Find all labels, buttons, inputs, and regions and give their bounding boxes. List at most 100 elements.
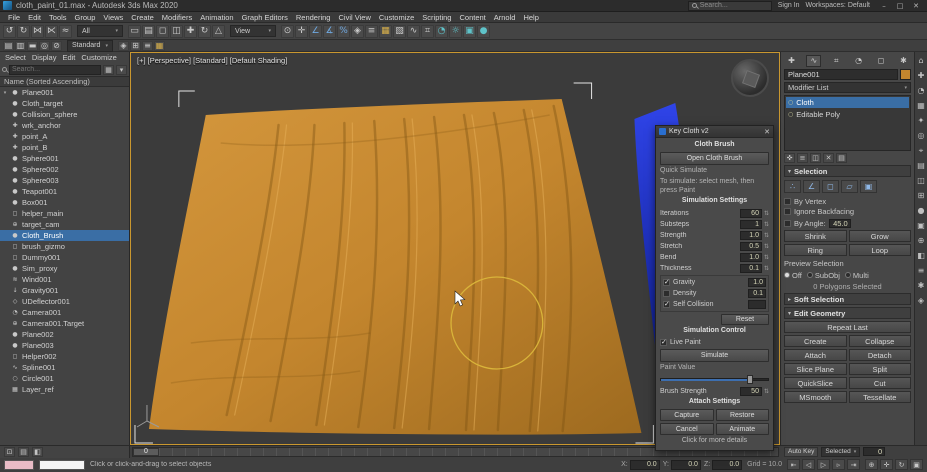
star-shortcut-icon[interactable]: ✱ [916,280,927,291]
play-icon[interactable]: ▷ [817,459,830,471]
checkbox-value-field[interactable]: 1.0 [748,278,766,288]
utilities-tab[interactable]: ✱ [896,55,911,67]
scene-object-row[interactable]: ⊕ Camera001.Target [0,318,129,329]
checkbox[interactable] [663,278,670,287]
scene-object-row[interactable]: ◻ helper_main [0,208,129,219]
edit-geometry-button[interactable]: Create [784,335,847,347]
dialog-button[interactable]: Capture [660,409,714,421]
select-and-scale-icon[interactable]: △ [212,24,225,38]
checkbox-row[interactable]: Density 0.1 [663,289,766,299]
dialog-button[interactable]: Cancel [660,423,714,435]
edit-geometry-button[interactable]: Tessellate [848,391,911,403]
layer-explorer-icon[interactable]: ▥ [15,40,26,51]
use-pivot-center-icon[interactable]: ⊙ [281,24,294,38]
align-shortcut-icon[interactable]: ≡ [916,265,927,276]
modifier-toggle-icon[interactable]: ○ [788,99,793,106]
orbit-icon[interactable]: ↻ [895,459,908,471]
checkbox[interactable] [784,207,791,215]
edit-geometry-button[interactable]: Cut [848,377,911,389]
checkbox[interactable] [660,338,667,347]
parameter-value-field[interactable]: 1.0 [739,252,762,262]
schematic-view-icon[interactable]: ⌗ [421,24,434,38]
render-setup-icon[interactable]: ☼ [449,24,462,38]
object-name-field[interactable]: Plane001 [784,69,898,80]
viewport-label[interactable]: [+] [Perspective] [Standard] [Default Sh… [137,56,287,65]
checkbox[interactable] [784,197,791,205]
scene-object-row[interactable]: ⊕ target_cam [0,219,129,230]
scene-object-row[interactable]: ↓ Gravity001 [0,285,129,296]
preview-radio-option[interactable]: Multi [844,271,869,280]
scene-object-row[interactable]: ▦ Layer_ref [0,384,129,395]
angle-snap-icon[interactable]: ∡ [323,24,336,38]
undo-icon[interactable]: ↺ [3,24,16,38]
percent-snap-icon[interactable]: % [337,24,350,38]
scene-object-row[interactable]: ● Cloth_Brush [0,230,129,241]
shading-mode-dropdown[interactable]: Standard ▾ [67,39,113,52]
more-details-link[interactable]: Click for more details [660,437,769,447]
menu-item[interactable]: File [4,13,24,22]
reset-button[interactable]: Reset [721,314,769,326]
spinner-icon[interactable]: ⇅ [764,265,769,272]
scene-object-row[interactable]: ◇ UDeflector001 [0,296,129,307]
selection-set-dropdown[interactable]: Selected ▾ [821,446,861,457]
maxscript-listener-field[interactable] [39,459,85,470]
go-to-start-icon[interactable]: ⇤ [787,459,800,471]
scene-object-row[interactable]: ◻ brush_gizmo [0,241,129,252]
selection-lock-icon[interactable]: ⊘ [51,40,62,51]
spinner-icon[interactable]: ⇅ [764,243,769,250]
select-by-name-icon[interactable]: ▤ [142,24,155,38]
select-and-move-icon[interactable]: ✚ [184,24,197,38]
reference-coordinate-dropdown[interactable]: View ▾ [230,25,276,37]
configure-columns-icon[interactable]: ▾ [116,64,127,75]
previous-frame-icon[interactable]: ◁ [802,459,815,471]
scene-object-row[interactable]: ● Sphere003 [0,175,129,186]
motion-tab[interactable]: ◔ [851,55,866,67]
by-angle-row[interactable]: By Angle: 45.0 [784,218,911,228]
camera-shortcut-icon[interactable]: ◎ [916,130,927,141]
bind-to-space-warp-icon[interactable]: ≈ [59,24,72,38]
slider-handle[interactable] [747,375,754,384]
scene-object-row[interactable]: ○ Circle001 [0,373,129,384]
scene-object-row[interactable]: ● Sphere002 [0,164,129,175]
checkbox-value-field[interactable] [748,300,766,310]
scene-explorer-toggle-icon[interactable]: ▤ [3,40,14,51]
maximize-viewport-icon[interactable]: ▣ [910,459,923,471]
workspaces-dropdown[interactable]: Workspaces: Default [806,2,870,9]
brush-strength-field[interactable]: 50 [739,386,762,396]
scene-object-row[interactable]: ● Box001 [0,197,129,208]
edit-geometry-button[interactable]: MSmooth [784,391,847,403]
parameter-value-field[interactable]: 0.5 [739,241,762,251]
vertex-subobject-icon[interactable]: ∴ [784,180,801,193]
scene-object-row[interactable]: ≋ Wind001 [0,274,129,285]
snap-shortcut-icon[interactable]: ⊕ [916,235,927,246]
render-production-icon[interactable]: ● [477,24,490,38]
redo-icon[interactable]: ↻ [17,24,30,38]
modifier-toggle-icon[interactable]: ○ [788,111,793,118]
checkbox-value-field[interactable]: 0.1 [748,289,766,299]
array-shortcut-icon[interactable]: ⊞ [916,190,927,201]
by-angle-value-field[interactable]: 45.0 [828,218,851,228]
align-icon[interactable]: ≡ [365,24,378,38]
dialog-titlebar[interactable]: Key Cloth v2 ✕ [656,126,773,138]
light-shortcut-icon[interactable]: ✦ [916,115,927,126]
show-end-result-icon[interactable]: ≡ [797,153,808,163]
scene-object-row[interactable]: ● Cloth_target [0,98,129,109]
color-clipboard-icon[interactable]: ▦ [154,40,165,51]
parameter-value-field[interactable]: 1 [739,219,762,229]
display-tab[interactable]: ◻ [874,55,889,67]
selection-button[interactable]: Loop [848,244,911,256]
toggle-layer-explorer-icon[interactable]: ◧ [32,446,43,457]
simulate-button[interactable]: Simulate [660,349,769,363]
remove-modifier-icon[interactable]: ✕ [823,153,834,163]
edge-subobject-icon[interactable]: ∠ [803,180,820,193]
modify-tab[interactable]: ∿ [806,54,822,67]
checkbox-row[interactable]: Self Collision [663,300,766,310]
live-paint-checkbox-row[interactable]: Live Paint [660,338,769,347]
scene-object-row[interactable]: ∿ Spline001 [0,362,129,373]
macro-recorder-field[interactable] [4,459,34,470]
selection-button[interactable]: Ring [784,244,847,256]
explorer-menu-item[interactable]: Edit [60,53,77,62]
scene-object-row[interactable]: ◻ Helper002 [0,351,129,362]
preview-radio-option[interactable]: SubObj [806,271,840,280]
checkbox-row[interactable]: Gravity 1.0 [663,278,766,288]
